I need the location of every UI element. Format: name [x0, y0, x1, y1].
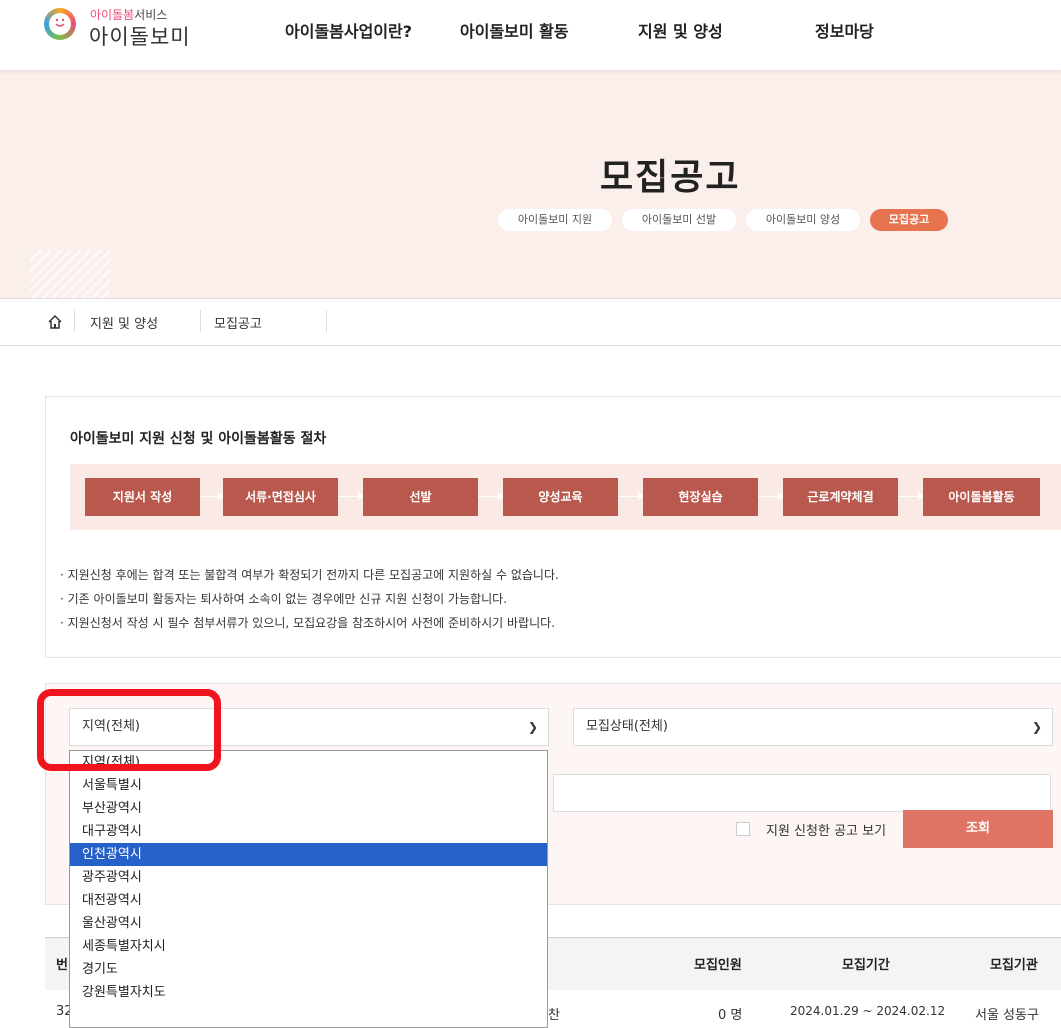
option-gwangju[interactable]: 광주광역시 — [70, 866, 547, 889]
option-sejong[interactable]: 세종특별자치시 — [70, 935, 547, 958]
arrow-icon — [478, 492, 504, 500]
row-count: 0 명 — [718, 1008, 743, 1023]
tab-recruit[interactable]: 모집공고 — [870, 209, 948, 231]
arrow-icon — [618, 492, 644, 500]
smile-icon — [55, 18, 65, 27]
annotation-highlight-box — [37, 689, 221, 771]
step-training: 양성교육 — [503, 478, 618, 516]
option-gangwon[interactable]: 강원특별자치도 — [70, 981, 547, 1004]
chevron-down-icon: ❯ — [527, 720, 538, 734]
applied-only-label[interactable]: 지원 신청한 공고 보기 — [766, 820, 886, 839]
row-org: 서울 성동구 — [975, 1008, 1039, 1023]
col-number: 번 — [56, 958, 68, 973]
page-banner — [0, 70, 1061, 298]
tab-selection[interactable]: 아이돌보미 선발 — [622, 209, 736, 231]
breadcrumb-level2[interactable]: 모집공고 — [214, 313, 262, 332]
status-select-value: 모집상태(전체) — [586, 719, 668, 734]
option-gyeonggi[interactable]: 경기도 — [70, 958, 547, 981]
applied-only-checkbox[interactable] — [736, 822, 750, 836]
col-count: 모집인원 — [694, 958, 742, 973]
step-screening: 서류·면접심사 — [223, 478, 338, 516]
nav-activity[interactable]: 아이돌보미 활동 — [460, 18, 569, 42]
logo-title[interactable]: 아이돌보미 — [89, 21, 191, 51]
top-header: 아이돌봄서비스 아이돌보미 아이돌봄사업이란? 아이돌보미 활동 지원 및 양성… — [0, 0, 1061, 70]
arrow-icon — [898, 492, 924, 500]
tab-apply[interactable]: 아이돌보미 지원 — [498, 209, 612, 231]
row-period: 2024.01.29 ~ 2024.02.12 — [790, 1004, 946, 1018]
col-period: 모집기간 — [842, 958, 890, 973]
procedure-title: 아이돌보미 지원 신청 및 아이돌봄활동 절차 — [70, 431, 327, 447]
notice-line: · 기존 아이돌보미 활동자는 퇴사하여 소속이 없는 경우에만 신규 지원 신… — [60, 592, 508, 606]
nav-info[interactable]: 정보마당 — [815, 18, 874, 42]
search-button[interactable]: 조회 — [903, 810, 1053, 848]
option-incheon[interactable]: 인천광역시 — [70, 843, 547, 866]
region-dropdown-list[interactable]: 지역(전체) 서울특별시 부산광역시 대구광역시 인천광역시 광주광역시 대전광… — [69, 750, 548, 1028]
option-daejeon[interactable]: 대전광역시 — [70, 889, 547, 912]
breadcrumb-divider — [326, 310, 327, 332]
home-icon[interactable] — [47, 314, 63, 330]
breadcrumb-divider — [74, 310, 75, 332]
breadcrumb-level1[interactable]: 지원 및 양성 — [90, 313, 158, 332]
banner-decoration — [30, 250, 110, 298]
tab-training[interactable]: 아이돌보미 양성 — [746, 209, 860, 231]
notice-line: · 지원신청서 작성 시 필수 첨부서류가 있으니, 모집요강을 참조하시어 사… — [60, 616, 556, 630]
option-busan[interactable]: 부산광역시 — [70, 797, 547, 820]
option-daegu[interactable]: 대구광역시 — [70, 820, 547, 843]
step-selection: 선발 — [363, 478, 478, 516]
col-org: 모집기관 — [990, 958, 1038, 973]
status-select[interactable]: 모집상태(전체) ❯ — [573, 708, 1053, 746]
nav-about[interactable]: 아이돌봄사업이란? — [285, 18, 412, 42]
breadcrumb — [0, 298, 1061, 346]
step-activity: 아이돌봄활동 — [923, 478, 1040, 516]
page-title: 모집공고 — [600, 157, 741, 198]
row-title[interactable]: 찬 — [548, 1004, 560, 1023]
step-contract: 근로계약체결 — [783, 478, 898, 516]
arrow-icon — [338, 492, 364, 500]
nav-support[interactable]: 지원 및 양성 — [638, 18, 723, 42]
chevron-down-icon: ❯ — [1031, 720, 1042, 734]
arrow-icon — [758, 492, 784, 500]
arrow-icon — [200, 492, 224, 500]
option-ulsan[interactable]: 울산광역시 — [70, 912, 547, 935]
option-seoul[interactable]: 서울특별시 — [70, 774, 547, 797]
step-application: 지원서 작성 — [85, 478, 200, 516]
step-practice: 현장실습 — [643, 478, 758, 516]
breadcrumb-divider — [200, 310, 201, 332]
notice-line: · 지원신청 후에는 합격 또는 불합격 여부가 확정되기 전까지 다른 모집공… — [60, 568, 559, 582]
keyword-input[interactable] — [553, 774, 1051, 812]
